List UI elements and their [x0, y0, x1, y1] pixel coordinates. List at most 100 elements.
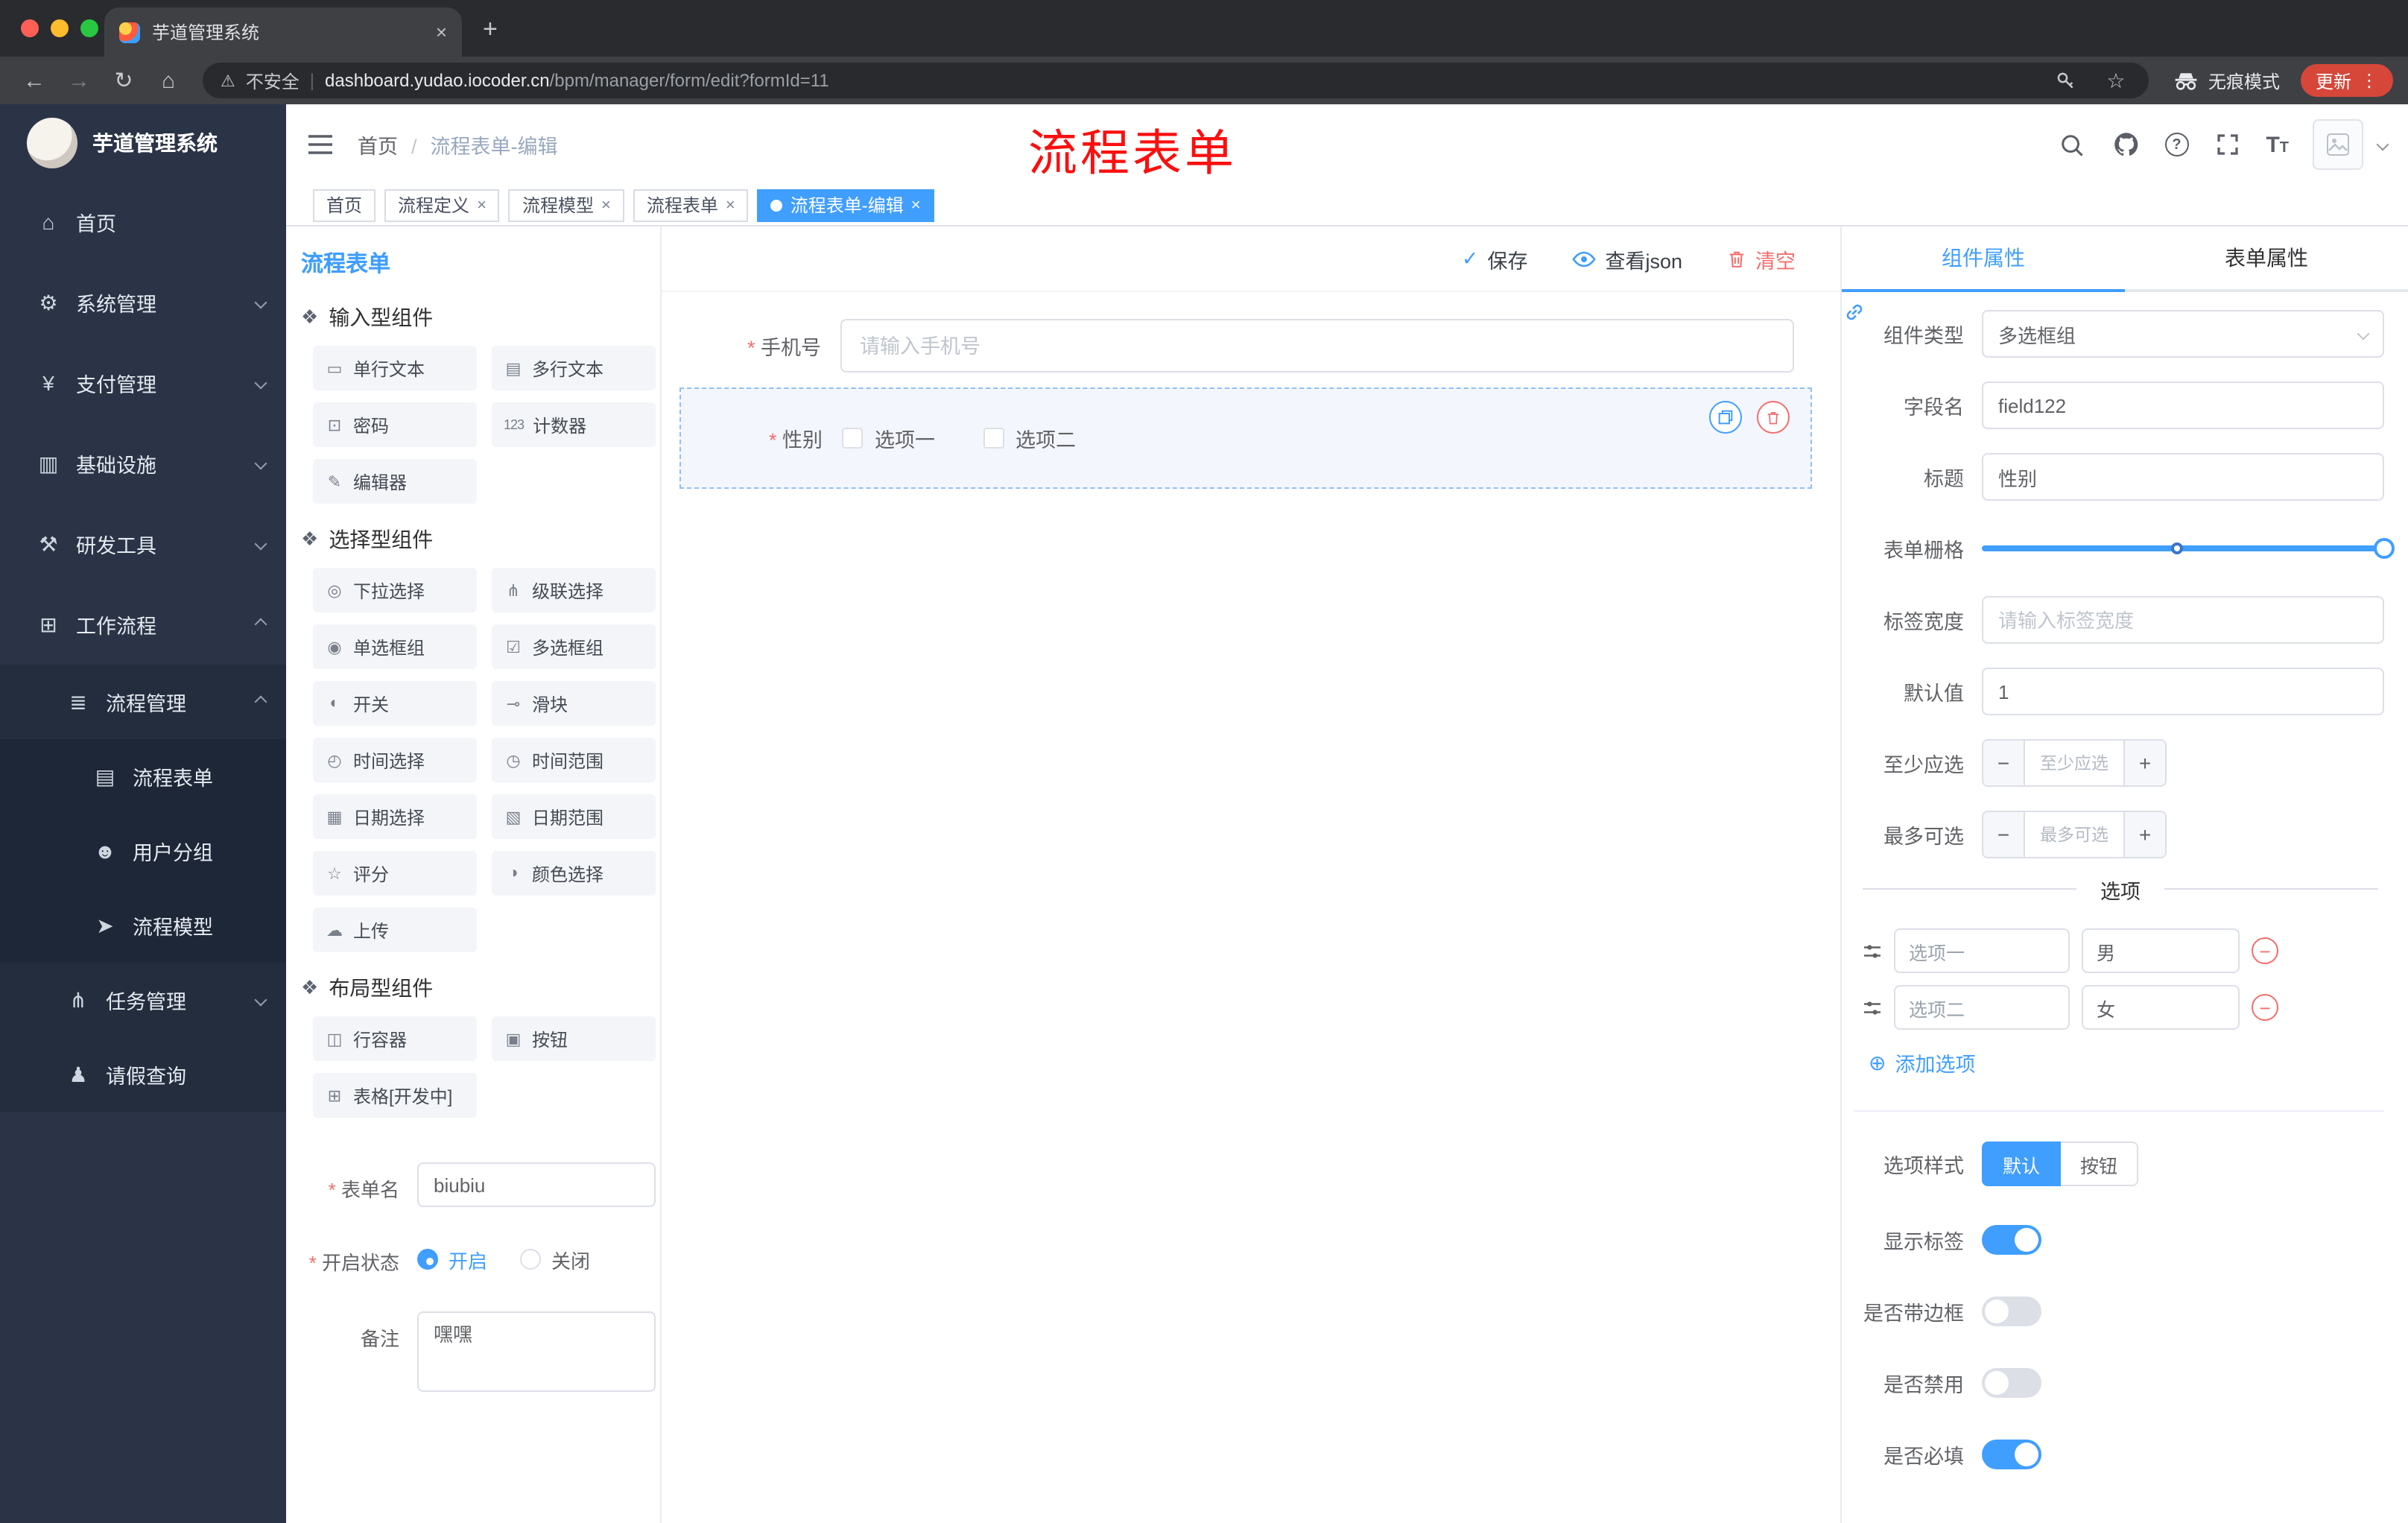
update-button[interactable]: 更新 ⋮ [2300, 64, 2393, 97]
sidebar-item-infrastructure[interactable]: ▥ 基础设施 [0, 423, 286, 504]
option-label-input[interactable] [1894, 928, 2070, 973]
address-bar[interactable]: ⚠ 不安全 | dashboard.yudao.iocoder.cn/bpm/m… [203, 63, 2149, 98]
new-tab-button[interactable]: + [483, 15, 498, 45]
clear-button[interactable]: 清空 [1727, 244, 1796, 273]
palette-item-radio-group[interactable]: ◉ 单选框组 [313, 624, 477, 669]
tab-form-props[interactable]: 表单属性 [2125, 227, 2408, 289]
view-json-button[interactable]: 查看json [1572, 244, 1682, 273]
tab-component-props[interactable]: 组件属性 [1842, 227, 2125, 292]
title-input[interactable] [1982, 453, 2384, 501]
palette-item-password[interactable]: ⊡ 密码 [313, 402, 477, 447]
remove-option-icon[interactable]: − [2252, 937, 2278, 964]
palette-item-time-picker[interactable]: ◴ 时间选择 [313, 738, 477, 782]
min-select-value[interactable]: 至少应选 [2025, 741, 2123, 785]
palette-item-row-container[interactable]: ◫ 行容器 [313, 1016, 477, 1061]
status-on-radio[interactable]: 开启 [417, 1245, 487, 1273]
palette-item-cascader[interactable]: ⋔ 级联选择 [492, 568, 656, 612]
forward-icon[interactable]: → [60, 68, 98, 93]
browser-menu-icon[interactable]: ⋮ [2360, 70, 2378, 91]
close-window-button[interactable] [21, 19, 39, 37]
browser-tab[interactable]: 芋道管理系统 × [104, 7, 462, 57]
palette-item-time-range[interactable]: ◷ 时间范围 [492, 738, 656, 782]
tag-home[interactable]: 首页 [313, 189, 376, 221]
palette-item-date-range[interactable]: ▧ 日期范围 [492, 794, 656, 839]
option-label-input[interactable] [1894, 985, 2070, 1030]
github-icon[interactable] [2111, 130, 2141, 159]
minimize-window-button[interactable] [51, 19, 69, 37]
tag-process-form[interactable]: 流程表单 × [633, 189, 749, 221]
increase-icon[interactable]: + [2123, 812, 2165, 857]
sidebar-item-process-manage[interactable]: ≣ 流程管理 [0, 665, 286, 739]
palette-item-counter[interactable]: 123 计数器 [492, 402, 656, 447]
slider-handle[interactable] [2374, 538, 2395, 559]
canvas-field-phone[interactable]: 手机号 [679, 319, 1822, 373]
password-key-icon[interactable] [2050, 66, 2080, 95]
avatar-caret-icon[interactable] [2376, 138, 2389, 151]
palette-item-checkbox-group[interactable]: ☑ 多选框组 [492, 624, 656, 669]
palette-item-editor[interactable]: ✎ 编辑器 [313, 459, 477, 504]
bookmark-star-icon[interactable]: ☆ [2101, 66, 2131, 95]
save-button[interactable]: ✓ 保存 [1462, 244, 1528, 273]
decrease-icon[interactable]: − [1983, 741, 2025, 785]
search-icon[interactable] [2057, 130, 2087, 159]
gender-option1-checkbox[interactable]: 选项一 [842, 423, 935, 453]
home-icon[interactable]: ⌂ [149, 68, 188, 93]
sidebar-item-task-manage[interactable]: ⋔ 任务管理 [0, 963, 286, 1037]
palette-item-select[interactable]: ◎ 下拉选择 [313, 568, 477, 612]
label-width-input[interactable] [1982, 596, 2384, 644]
sidebar-item-payment[interactable]: ¥ 支付管理 [0, 343, 286, 423]
palette-item-slider[interactable]: ⊸ 滑块 [492, 681, 656, 726]
gender-option2-checkbox[interactable]: 选项二 [983, 423, 1076, 453]
sidebar-item-user-group[interactable]: ☻ 用户分组 [0, 814, 286, 888]
avatar[interactable] [2313, 119, 2363, 170]
close-icon[interactable]: × [726, 196, 735, 214]
palette-item-table[interactable]: ⊞ 表格[开发中] [313, 1073, 477, 1118]
sidebar-item-process-form[interactable]: ▤ 流程表单 [0, 739, 286, 814]
back-icon[interactable]: ← [15, 68, 54, 93]
show-label-toggle[interactable] [1982, 1225, 2041, 1255]
palette-item-single-text[interactable]: ▭ 单行文本 [313, 346, 477, 390]
drag-handle-icon[interactable] [1863, 999, 1882, 1016]
form-remark-textarea[interactable]: 嘿嘿 [417, 1311, 656, 1392]
form-canvas[interactable]: 手机号 性别 [662, 292, 1840, 1523]
tag-process-definition[interactable]: 流程定义 × [384, 189, 500, 221]
palette-item-color-picker[interactable]: ◑ 颜色选择 [492, 851, 656, 896]
palette-item-switch[interactable]: ◐ 开关 [313, 681, 477, 726]
font-size-icon[interactable]: TT [2266, 132, 2289, 157]
border-toggle[interactable] [1982, 1296, 2041, 1326]
remove-option-icon[interactable]: − [2252, 994, 2278, 1021]
default-value-input[interactable] [1982, 668, 2384, 715]
canvas-field-gender-selected[interactable]: 性别 选项一 选项二 [679, 387, 1812, 489]
palette-item-rate[interactable]: ☆ 评分 [313, 851, 477, 896]
sidebar-item-system[interactable]: ⚙ 系统管理 [0, 262, 286, 343]
reload-icon[interactable]: ↻ [104, 67, 143, 94]
tab-close-icon[interactable]: × [436, 21, 447, 43]
max-select-value[interactable]: 最多可选 [2025, 812, 2123, 857]
option-value-input[interactable] [2082, 985, 2240, 1030]
status-off-radio[interactable]: 关闭 [520, 1245, 590, 1273]
required-toggle[interactable] [1982, 1440, 2041, 1469]
sidebar-item-process-model[interactable]: ➤ 流程模型 [0, 888, 286, 963]
delete-component-button[interactable] [1757, 401, 1790, 434]
decrease-icon[interactable]: − [1983, 812, 2025, 857]
close-icon[interactable]: × [477, 196, 487, 214]
palette-item-button[interactable]: ▣ 按钮 [492, 1016, 656, 1061]
close-icon[interactable]: × [601, 196, 611, 214]
grid-slider[interactable] [1982, 525, 2395, 572]
disabled-toggle[interactable] [1982, 1368, 2041, 1398]
help-icon[interactable]: ? [2164, 133, 2189, 156]
style-button-button[interactable]: 按钮 [2061, 1142, 2139, 1186]
add-option-button[interactable]: ⊕ 添加选项 [1869, 1048, 2384, 1077]
increase-icon[interactable]: + [2123, 741, 2165, 785]
form-name-input[interactable] [417, 1162, 656, 1207]
zoom-window-button[interactable] [80, 19, 98, 37]
sidebar-item-home[interactable]: ⌂ 首页 [0, 182, 286, 262]
tag-process-model[interactable]: 流程模型 × [508, 189, 624, 221]
sidebar-item-leave-query[interactable]: ♟ 请假查询 [0, 1037, 286, 1112]
palette-item-multi-text[interactable]: ▤ 多行文本 [492, 346, 656, 390]
palette-item-date-picker[interactable]: ▦ 日期选择 [313, 794, 477, 839]
copy-component-button[interactable] [1709, 401, 1742, 434]
palette-item-upload[interactable]: ☁ 上传 [313, 908, 477, 952]
sidebar-fold-icon[interactable] [307, 133, 334, 156]
close-icon[interactable]: × [911, 196, 921, 214]
